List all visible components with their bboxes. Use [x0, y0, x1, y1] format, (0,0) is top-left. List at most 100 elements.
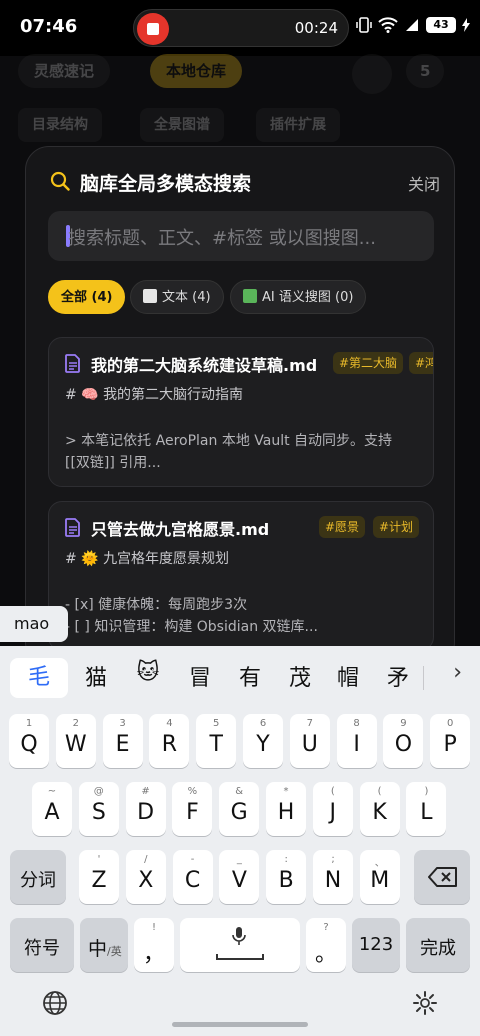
key-secondary-label: (: [377, 786, 382, 797]
key-o[interactable]: 9O: [383, 714, 424, 768]
globe-icon[interactable]: [42, 990, 68, 1016]
backspace-icon: [428, 867, 457, 887]
key-r[interactable]: 4R: [149, 714, 190, 768]
done-key[interactable]: 完成: [406, 918, 470, 972]
key-m[interactable]: 、 M: [359, 850, 400, 904]
key-i[interactable]: 8I: [336, 714, 377, 768]
result-tag: #愿景: [319, 516, 366, 538]
key-h[interactable]: * H: [266, 782, 306, 836]
key-secondary-label: 9: [400, 718, 407, 729]
period-label: 。: [314, 942, 337, 967]
stop-record-icon[interactable]: [137, 13, 169, 45]
key-secondary-label: ;: [331, 854, 335, 865]
key-label: Q: [20, 732, 38, 757]
key-label: J: [329, 800, 337, 825]
global-search-modal: 脑库全局多模态搜索 关闭 搜索标题、正文、#标签 或以图搜图... 全部 (4)…: [25, 146, 455, 666]
key-q[interactable]: 1Q: [9, 714, 49, 768]
candidate[interactable]: 猫: [74, 660, 118, 692]
filter-all[interactable]: 全部 (4): [48, 280, 126, 314]
candidate[interactable]: 茂: [278, 660, 322, 692]
segment-key[interactable]: 分词: [10, 850, 66, 904]
filter-text[interactable]: 文本 (4): [130, 280, 224, 314]
key-secondary-label: 、: [374, 858, 385, 869]
candidate[interactable]: 矛: [376, 660, 420, 692]
key-label: M: [370, 868, 390, 893]
search-result-card[interactable]: 我的第二大脑系统建设草稿.md #第二大脑 #鸿 # 🧠 我的第二大脑行动指南 …: [48, 337, 434, 487]
key-t[interactable]: 5T: [196, 714, 237, 768]
space-key[interactable]: [180, 918, 300, 972]
key-s[interactable]: @ S: [78, 782, 119, 836]
bg-filter-badge: 5: [406, 54, 445, 88]
candidate-divider: [423, 666, 424, 690]
candidate[interactable]: 毛: [10, 658, 68, 698]
symbols-key-label: 符号: [24, 938, 60, 959]
key-e[interactable]: 3E: [102, 714, 143, 768]
key-k[interactable]: (K: [359, 782, 400, 836]
candidate[interactable]: 🐱: [126, 660, 170, 685]
key-label: D: [137, 800, 155, 825]
pinyin-composition: mao: [0, 606, 68, 642]
key-label: G: [230, 800, 248, 825]
record-timer: 00:24: [294, 19, 338, 37]
candidate[interactable]: 帽: [326, 660, 370, 692]
key-u[interactable]: 7U: [289, 714, 330, 768]
key-y[interactable]: 6Y: [243, 714, 283, 768]
key-label: C: [184, 868, 201, 893]
key-secondary-label: 6: [259, 718, 267, 729]
result-excerpt-line: - [x] 健康体魄：每周跑步3次: [65, 597, 248, 613]
backspace-key[interactable]: [414, 850, 470, 904]
key-p[interactable]: 0P: [430, 714, 471, 768]
home-indicator[interactable]: [172, 1022, 308, 1027]
search-result-card[interactable]: 只管去做九宫格愿景.md #愿景 #计划 # 🌞 九宫格年度愿景规划 - [x]…: [48, 501, 434, 651]
signal-x-icon: [406, 19, 418, 31]
key-secondary-label: 1: [25, 718, 33, 729]
lang-zh-label: 中: [88, 938, 108, 960]
key-v[interactable]: _ V: [219, 850, 260, 904]
filter-ai-image[interactable]: AI 语义搜图 (0): [230, 280, 367, 314]
numbers-key[interactable]: 123: [352, 918, 400, 972]
image-icon: [243, 289, 257, 303]
key-g[interactable]: & G: [219, 782, 260, 836]
key-secondary-label: 0: [447, 718, 454, 729]
document-icon: [65, 518, 80, 537]
settings-gear-icon[interactable]: [412, 990, 438, 1016]
candidate[interactable]: 冒: [178, 660, 222, 692]
period-key[interactable]: ?。: [306, 918, 346, 972]
key-j[interactable]: (J: [312, 782, 353, 836]
key-l[interactable]: ) L: [406, 782, 447, 836]
key-label: F: [186, 800, 199, 825]
comma-key[interactable]: !，: [134, 918, 174, 972]
key-label: W: [64, 732, 87, 757]
key-label: R: [161, 732, 178, 757]
key-f[interactable]: % F: [172, 782, 213, 836]
filter-ai-image-label: AI 语义搜图 (0): [262, 290, 354, 305]
key-b[interactable]: :B: [266, 850, 307, 904]
key-label: H: [277, 800, 295, 825]
language-switch-key[interactable]: 中/英: [80, 918, 128, 972]
microphone-icon: [232, 927, 246, 945]
chevron-right-icon[interactable]: ›: [453, 660, 462, 685]
key-a[interactable]: ~ A: [32, 782, 72, 836]
key-w[interactable]: 2W: [55, 714, 96, 768]
bg-tab-local-vault: 本地仓库: [150, 54, 243, 88]
key-label: T: [209, 732, 223, 757]
key-d[interactable]: # D: [125, 782, 166, 836]
wifi-icon: [378, 17, 398, 33]
key-secondary-label: 2: [72, 718, 79, 729]
screen-record-pill[interactable]: 00:24: [133, 9, 349, 47]
key-x[interactable]: / X: [125, 850, 166, 904]
comma-sub-label: !: [151, 922, 156, 933]
symbols-key[interactable]: 符号: [10, 918, 74, 972]
key-secondary-label: @: [93, 786, 104, 797]
close-button[interactable]: 关闭: [408, 171, 440, 195]
key-z[interactable]: ' Z: [79, 850, 119, 904]
key-n[interactable]: ; N: [313, 850, 353, 904]
key-label: Y: [256, 732, 270, 757]
key-secondary-label: *: [283, 786, 289, 797]
search-input[interactable]: 搜索标题、正文、#标签 或以图搜图...: [48, 211, 434, 261]
lang-en-label: /英: [107, 945, 122, 958]
candidate[interactable]: 有: [228, 660, 272, 692]
segment-key-label: 分词: [20, 870, 56, 891]
key-secondary-label: :: [284, 854, 288, 865]
key-c[interactable]: -C: [172, 850, 213, 904]
